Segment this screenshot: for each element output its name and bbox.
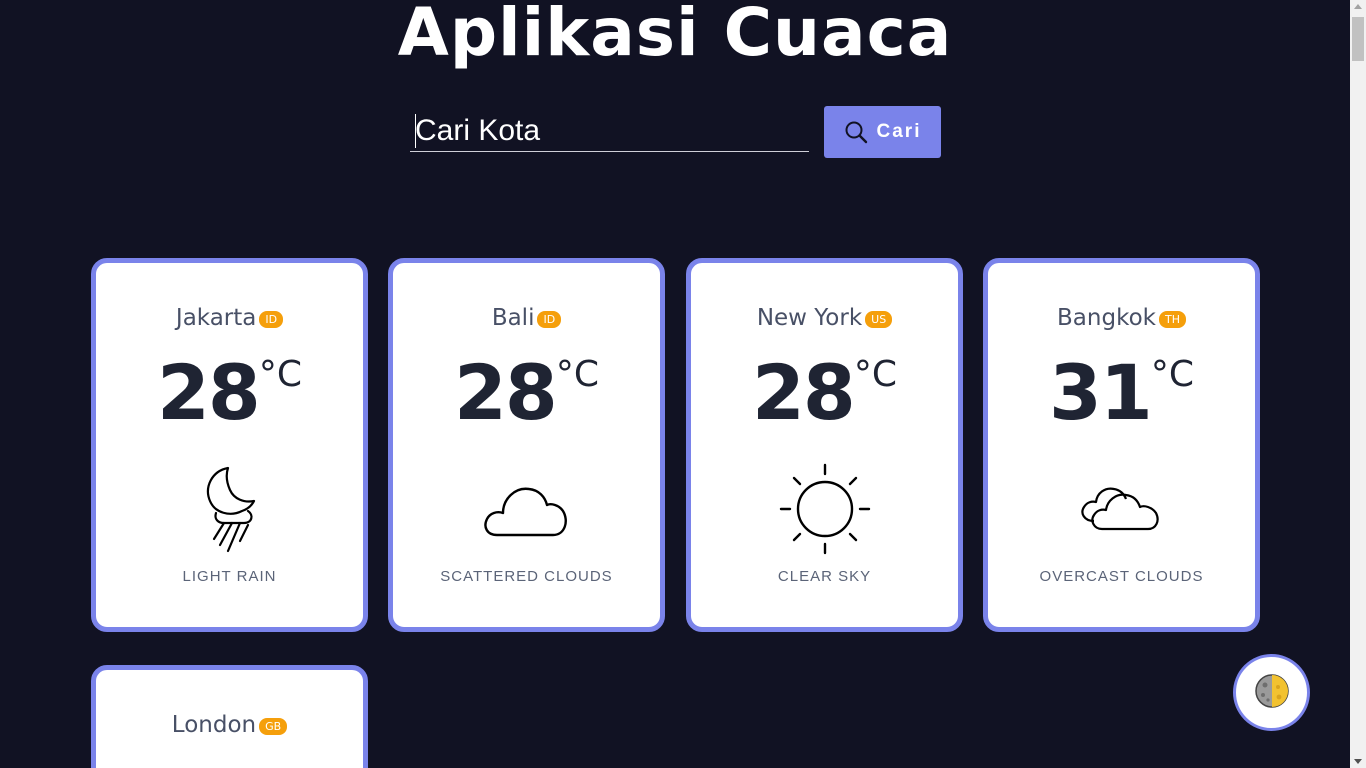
city-search-input[interactable] [410, 110, 809, 152]
temperature-unit: °C [1150, 354, 1194, 395]
temperature: 28 °C [691, 351, 958, 435]
city-name: Bangkok [1057, 305, 1156, 331]
temperature-value: 28 [752, 348, 856, 437]
temperature: 28 °C [96, 351, 363, 435]
temperature-value: 28 [157, 348, 261, 437]
weather-description: OVERCAST CLOUDS [1039, 568, 1204, 585]
temperature: 31 °C [988, 351, 1255, 435]
page-title: Aplikasi Cuaca [397, 0, 953, 71]
cloud-icon [393, 463, 660, 543]
temperature: 28 °C [393, 351, 660, 435]
country-badge: ID [537, 310, 562, 328]
temperature-value: 31 [1049, 348, 1153, 437]
search-button[interactable]: Cari [824, 106, 941, 158]
country-badge: US [865, 310, 893, 328]
temperature-unit: °C [258, 354, 302, 395]
temperature-unit: °C [555, 354, 599, 395]
country-badge: TH [1158, 310, 1186, 328]
weather-card-london[interactable]: London GB [91, 665, 368, 768]
weather-description: LIGHT RAIN [182, 568, 277, 585]
sun-icon [691, 463, 958, 555]
country-badge: GB [259, 717, 288, 735]
theme-toggle-button[interactable] [1233, 654, 1310, 731]
search-icon [844, 120, 868, 144]
weather-card-bangkok[interactable]: Bangkok TH 31 °C OVERCAST CLOUDS [983, 258, 1260, 632]
moon-phase-icon [1254, 673, 1290, 713]
city-name: Jakarta [175, 305, 257, 331]
weather-card-new-york[interactable]: New York US 28 °C CLEAR SKY [686, 258, 963, 632]
weather-description: CLEAR SKY [777, 568, 872, 585]
weather-card-jakarta[interactable]: Jakarta ID 28 °C LIGHT RAIN [91, 258, 368, 632]
page-scrollbar[interactable] [1350, 0, 1366, 768]
city-name: London [171, 712, 257, 738]
city-name: Bali [491, 305, 535, 331]
temperature-value: 28 [454, 348, 558, 437]
weather-card-bali[interactable]: Bali ID 28 °C SCATTERED CLOUDS [388, 258, 665, 632]
moon-rain-icon [96, 463, 363, 555]
city-name: New York [756, 305, 863, 331]
temperature-unit: °C [853, 354, 897, 395]
overcast-clouds-icon [988, 463, 1255, 543]
scroll-up-arrow-icon[interactable] [1354, 4, 1362, 9]
scroll-down-arrow-icon[interactable] [1354, 759, 1362, 764]
scroll-thumb[interactable] [1352, 17, 1364, 61]
country-badge: ID [259, 310, 284, 328]
text-caret [415, 114, 416, 148]
search-button-label: Cari [876, 121, 922, 142]
weather-description: SCATTERED CLOUDS [440, 568, 613, 585]
